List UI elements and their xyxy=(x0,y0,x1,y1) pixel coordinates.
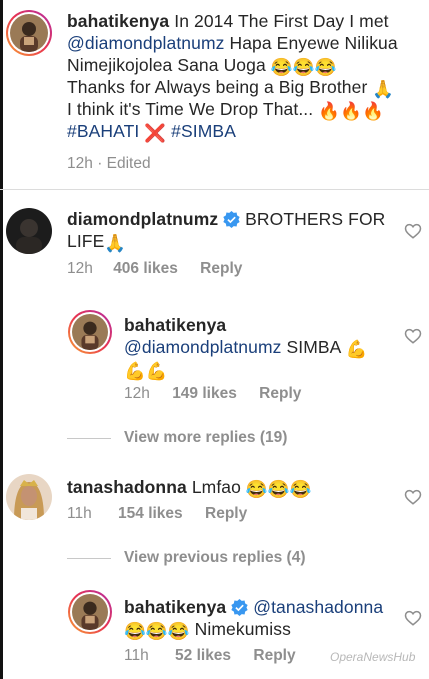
comment-line: Nimejikojolea Sana Uoga 😂😂😂 xyxy=(67,54,336,78)
laughing-emoji-icon: 😂😂😂 xyxy=(270,57,337,77)
comment-text: Hapa Enyewe Nilikua xyxy=(229,33,398,53)
comment-body: diamondplatnumz BROTHERS FOR xyxy=(67,208,385,230)
heart-outline-icon[interactable] xyxy=(404,327,422,345)
laughing-emoji-icon: 😂😂😂 xyxy=(124,621,190,641)
fire-emoji-icon: 🔥🔥🔥 xyxy=(318,101,384,121)
avatar[interactable] xyxy=(6,474,52,520)
comment-time: 11h xyxy=(124,647,149,664)
reply-button[interactable]: Reply xyxy=(259,385,301,402)
comment-line: LIFE🙏 xyxy=(67,230,126,254)
reply-button[interactable]: Reply xyxy=(253,647,295,664)
comment-text: In 2014 The First Day I met xyxy=(174,11,389,31)
comment-meta: 12h · Edited xyxy=(67,155,151,172)
hashtag-link[interactable]: #BAHATI xyxy=(67,121,139,141)
comment-text: Thanks for Always being a Big Brother xyxy=(67,77,368,97)
comment-line: @diamondplatnumz Hapa Enyewe Nilikua xyxy=(67,32,398,54)
comment-body: bahatikenya @tanashadonna xyxy=(124,596,383,618)
comment-text: I think it's Time We Drop That... xyxy=(67,99,314,119)
comment-username[interactable]: diamondplatnumz xyxy=(67,209,218,229)
reply-button[interactable]: Reply xyxy=(200,260,242,277)
comment-time: 12h xyxy=(67,155,93,172)
praying-hands-emoji-icon: 🙏 xyxy=(104,233,127,253)
story-ring[interactable] xyxy=(68,310,112,354)
view-replies-line xyxy=(67,558,111,559)
verified-badge-icon xyxy=(231,599,248,616)
likes-count[interactable]: 406 likes xyxy=(113,260,178,277)
reply-button[interactable]: Reply xyxy=(205,505,247,522)
hashtag-link[interactable]: #SIMBA xyxy=(171,121,236,141)
avatar[interactable] xyxy=(72,314,108,350)
comment-time: 12h xyxy=(67,260,93,277)
comment-body: bahatikenya xyxy=(124,314,226,336)
comment-line: 💪💪 xyxy=(124,358,168,382)
comment-time: 12h xyxy=(124,385,150,402)
avatar[interactable] xyxy=(72,594,108,630)
watermark: OperaNewsHub xyxy=(330,650,416,664)
comment-line: 😂😂😂 Nimekumiss xyxy=(124,618,291,642)
likes-count[interactable]: 149 likes xyxy=(172,385,237,402)
likes-count[interactable]: 52 likes xyxy=(175,647,231,664)
comment-line: Thanks for Always being a Big Brother 🙏 xyxy=(67,76,394,100)
comment-username[interactable]: bahatikenya xyxy=(124,315,226,335)
comment-line: I think it's Time We Drop That... 🔥🔥🔥 xyxy=(67,98,384,122)
cross-mark-emoji-icon: ❌ xyxy=(144,123,167,143)
view-replies-line xyxy=(67,438,111,439)
divider xyxy=(0,189,429,190)
comment-meta: 11h 52 likes Reply xyxy=(124,647,296,665)
heart-outline-icon[interactable] xyxy=(404,222,422,240)
story-ring[interactable] xyxy=(6,10,52,56)
comment-text: Nimejikojolea Sana Uoga xyxy=(67,55,266,75)
mention-link[interactable]: @tanashadonna xyxy=(253,597,383,617)
comment-line: #BAHATI ❌ #SIMBA xyxy=(67,120,236,144)
heart-outline-icon[interactable] xyxy=(404,609,422,627)
comment-body: tanashadonna Lmfao 😂😂😂 xyxy=(67,476,312,500)
likes-count[interactable]: 154 likes xyxy=(118,505,183,522)
praying-hands-emoji-icon: 🙏 xyxy=(372,79,395,99)
mention-link[interactable]: @diamondplatnumz xyxy=(124,337,282,357)
comment-meta: 12h 149 likes Reply xyxy=(124,385,301,403)
comment-text: BROTHERS FOR xyxy=(245,209,386,229)
laughing-emoji-icon: 😂😂😂 xyxy=(245,479,312,499)
heart-outline-icon[interactable] xyxy=(404,488,422,506)
comment-username[interactable]: bahatikenya xyxy=(67,11,169,31)
comment-text: LIFE xyxy=(67,231,105,251)
comment-meta: 12h 406 likes Reply xyxy=(67,260,242,278)
comment-line: @diamondplatnumz SIMBA 💪 xyxy=(124,336,367,360)
comment-text: Lmfao xyxy=(191,477,241,497)
comment-text: SIMBA xyxy=(286,337,341,357)
avatar[interactable] xyxy=(10,14,48,52)
flexed-biceps-emoji-icon: 💪 xyxy=(345,339,368,359)
mention-link[interactable]: @diamondplatnumz xyxy=(67,33,225,53)
comment-time: 11h xyxy=(67,505,92,522)
avatar[interactable] xyxy=(6,208,52,254)
view-more-replies-button[interactable]: View more replies (19) xyxy=(124,429,287,447)
comment-meta: 11h 154 likes Reply xyxy=(67,505,247,523)
story-ring[interactable] xyxy=(68,590,112,634)
screen-edge xyxy=(0,0,3,679)
comment-username[interactable]: tanashadonna xyxy=(67,477,187,497)
flexed-biceps-emoji-icon: 💪💪 xyxy=(124,361,168,381)
comment-body: bahatikenya In 2014 The First Day I met xyxy=(67,10,417,32)
view-previous-replies-button[interactable]: View previous replies (4) xyxy=(124,549,305,567)
verified-badge-icon xyxy=(223,211,240,228)
edited-label: Edited xyxy=(106,155,151,172)
comment-username[interactable]: bahatikenya xyxy=(124,597,226,617)
comment-text: Nimekumiss xyxy=(194,619,291,639)
